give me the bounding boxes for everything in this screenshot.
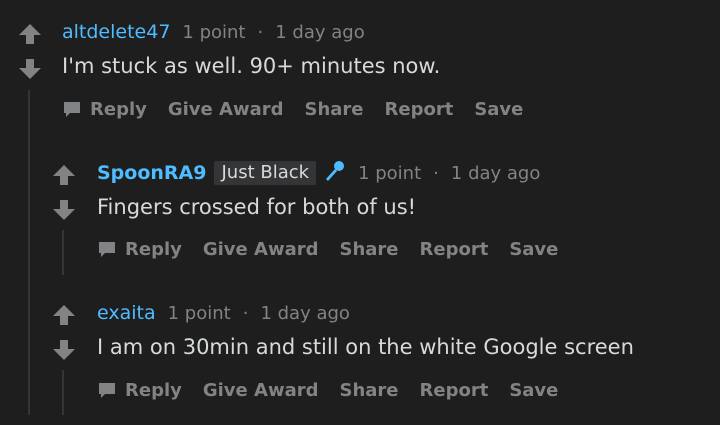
meta-separator: · [433, 162, 439, 184]
give-award-button[interactable]: Give Award [168, 99, 284, 120]
timestamp-link[interactable]: 1 day ago [451, 163, 540, 184]
points-count: 1 point [182, 21, 246, 43]
upvote-button[interactable] [52, 164, 76, 186]
comment-meta: SpoonRA9 Just Black 1 point · 1 day ago [97, 159, 540, 187]
meta-separator: · [242, 302, 249, 324]
downvote-button[interactable] [52, 339, 76, 361]
thread-line-reply-1[interactable] [62, 230, 64, 275]
report-button[interactable]: Report [420, 380, 489, 401]
speech-bubble-icon [64, 102, 80, 117]
timestamp-link[interactable]: 1 day ago [260, 303, 349, 324]
downvote-button[interactable] [52, 199, 76, 221]
comment-actions: Reply Give Award Share Report Save [97, 377, 579, 403]
downvote-arrow-icon [19, 59, 41, 79]
downvote-arrow-icon [53, 200, 75, 220]
report-button[interactable]: Report [420, 239, 489, 260]
meta-separator: · [257, 21, 264, 43]
points-count: 1 point [167, 302, 231, 324]
reply-label: Reply [125, 379, 182, 401]
comment-body: I am on 30min and still on the white Goo… [97, 335, 634, 359]
give-award-button[interactable]: Give Award [203, 380, 319, 401]
reply-label: Reply [90, 98, 147, 120]
timestamp-link[interactable]: 1 day ago [275, 22, 364, 43]
upvote-button[interactable] [52, 304, 76, 326]
thread-line-reply-2[interactable] [62, 370, 64, 415]
upvote-arrow-icon [19, 24, 41, 44]
user-flair: Just Black [214, 161, 317, 185]
comment-actions: Reply Give Award Share Report Save [97, 236, 579, 262]
save-button[interactable]: Save [474, 99, 523, 120]
comment-meta: altdelete47 1 point · 1 day ago [62, 20, 365, 44]
reply-button[interactable]: Reply [97, 239, 182, 260]
share-button[interactable]: Share [339, 380, 398, 401]
comment-body: I'm stuck as well. 90+ minutes now. [62, 54, 441, 78]
speech-bubble-icon [99, 242, 115, 257]
save-button[interactable]: Save [509, 380, 558, 401]
upvote-arrow-icon [53, 165, 75, 185]
comment-meta: exaita 1 point · 1 day ago [97, 301, 350, 325]
comment-actions: Reply Give Award Share Report Save [62, 96, 544, 122]
comment-body: Fingers crossed for both of us! [97, 195, 417, 219]
report-button[interactable]: Report [385, 99, 454, 120]
speech-bubble-icon [99, 383, 115, 398]
reply-button[interactable]: Reply [62, 99, 147, 120]
points-count: 1 point [358, 162, 422, 184]
username-link[interactable]: SpoonRA9 [97, 162, 206, 184]
thread-line-root[interactable] [28, 90, 30, 415]
save-button[interactable]: Save [509, 239, 558, 260]
username-link[interactable]: altdelete47 [62, 21, 170, 43]
share-button[interactable]: Share [304, 99, 363, 120]
share-button[interactable]: Share [339, 239, 398, 260]
username-link[interactable]: exaita [97, 302, 156, 324]
microphone-icon [322, 159, 346, 188]
give-award-button[interactable]: Give Award [203, 239, 319, 260]
reply-label: Reply [125, 238, 182, 260]
downvote-arrow-icon [53, 340, 75, 360]
upvote-arrow-icon [53, 305, 75, 325]
reply-button[interactable]: Reply [97, 380, 182, 401]
downvote-button[interactable] [18, 58, 42, 80]
upvote-button[interactable] [18, 23, 42, 45]
